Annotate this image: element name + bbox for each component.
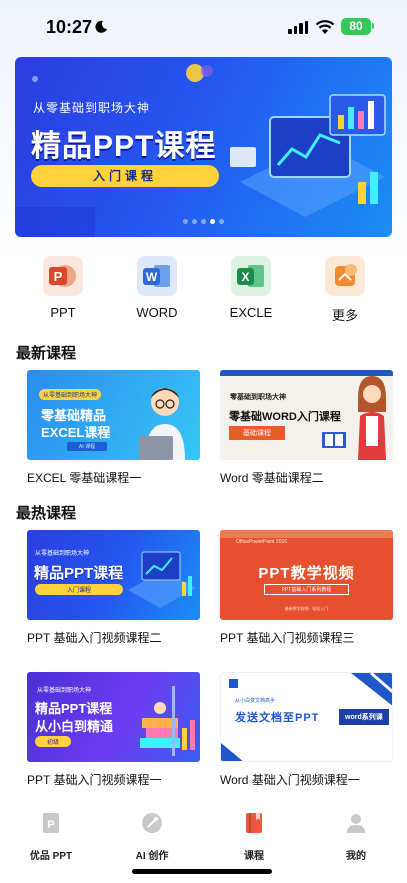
profile-icon — [347, 814, 365, 833]
thumb-text: 发送文档至PPT — [235, 712, 320, 724]
tab-label: 优品 PPT — [29, 851, 73, 862]
thumb-text: PPT教学视频 — [258, 565, 355, 582]
course-caption: PPT 基础入门视频课程一 — [27, 773, 162, 787]
word-icon: W — [137, 256, 177, 296]
category-label: 更多 — [331, 308, 358, 323]
carousel-dot[interactable] — [183, 219, 188, 224]
battery-icon: 80 — [341, 18, 371, 35]
thumb-tag: word系列课 — [339, 709, 389, 725]
category-excel[interactable]: X EXCLE — [211, 256, 291, 320]
category-label: EXCLE — [229, 305, 273, 320]
svg-text:W: W — [146, 270, 158, 284]
carousel-dot[interactable] — [192, 219, 197, 224]
thumb-text: EXCEL课程 — [41, 425, 111, 440]
section-title-latest: 最新课程 — [16, 345, 77, 362]
carousel-dots[interactable] — [183, 219, 224, 224]
course-book-icon — [246, 813, 262, 833]
person-illustration — [139, 388, 185, 460]
ppt-doc-icon: P — [43, 813, 59, 833]
tab-label: AI 创作 — [135, 851, 169, 862]
course-thumbnail: 从零基础到职场大神 精品PPT课程 入门课程 — [27, 530, 200, 620]
banner-title: 精品PPT课程 — [31, 130, 217, 163]
tab-courses[interactable]: 课程 — [214, 812, 294, 862]
status-bar: 10:27 80 — [0, 0, 407, 54]
course-card[interactable]: 从零基础到职场大神 零基础精品 EXCEL课程 AI 课程 EXCEL 零基础课… — [27, 370, 200, 486]
course-thumbnail: 从零基础到职场大神 零基础精品 EXCEL课程 AI 课程 — [27, 370, 200, 460]
more-icon — [325, 256, 365, 296]
home-indicator — [132, 869, 272, 874]
tab-label: 我的 — [346, 851, 366, 862]
course-caption: PPT 基础入门视频课程三 — [220, 631, 355, 645]
ai-create-icon — [142, 813, 162, 833]
excel-icon: X — [231, 256, 271, 296]
ppt-icon: P — [43, 256, 83, 296]
thumb-text: 从小白变文档高手 — [235, 698, 276, 704]
wifi-icon — [315, 20, 335, 34]
moon-icon — [95, 20, 107, 33]
course-card[interactable]: OfficePowerPoint 2016 PPT教学视频 PPT基础入门系列教… — [220, 530, 393, 646]
thumb-text: 从零基础到职场大神 — [37, 688, 92, 694]
book-illustration — [322, 432, 346, 448]
banner-pill: 入门课程 — [31, 165, 219, 187]
promo-banner[interactable]: 从零基础到职场大神 精品PPT课程 入门课程 — [15, 57, 392, 237]
course-thumbnail: 从零基础到职场大神 精品PPT课程 从小白到精通 初级 — [27, 672, 200, 762]
teacher-illustration — [358, 376, 386, 460]
thumb-text: OfficePowerPoint 2016 — [236, 539, 288, 545]
course-thumbnail: 零基础到职场大神 零基础WORD入门课程 基础课程 — [220, 370, 393, 460]
course-caption: PPT 基础入门视频课程二 — [27, 631, 162, 645]
thumb-tag: 初级 — [35, 736, 71, 747]
svg-text:P: P — [54, 269, 63, 284]
course-caption: Word 零基础课程二 — [220, 471, 324, 485]
bookshelf-illustration — [140, 686, 195, 756]
course-caption: EXCEL 零基础课程一 — [27, 471, 142, 485]
battery-level: 80 — [349, 19, 363, 33]
dashboard-illustration — [128, 551, 196, 608]
signal-icon — [288, 21, 308, 34]
banner-subtitle: 从零基础到职场大神 — [33, 101, 151, 115]
course-card[interactable]: 从零基础到职场大神 精品PPT课程 从小白到精通 初级 PPT 基础入门视频课程… — [27, 672, 200, 788]
thumb-tag: 基础课程 — [229, 426, 285, 440]
course-thumbnail: OfficePowerPoint 2016 PPT教学视频 PPT基础入门系列教… — [220, 530, 393, 620]
course-thumbnail: 从小白变文档高手 发送文档至PPT word系列课 — [220, 672, 393, 762]
course-card[interactable]: 从零基础到职场大神 精品PPT课程 入门课程 PPT 基础入门视频课程二 — [27, 530, 200, 646]
thumb-text: 从零基础到职场大神 — [35, 551, 90, 557]
carousel-dot[interactable] — [210, 219, 215, 224]
svg-text:X: X — [241, 270, 249, 284]
thumb-text: 零基础WORD入门课程 — [229, 411, 341, 423]
battery-tip — [372, 23, 374, 29]
thumb-text: 从零基础到职场大神 — [39, 389, 102, 400]
category-ppt[interactable]: P PPT — [23, 256, 103, 320]
category-label: PPT — [50, 305, 76, 320]
thumb-text: 精品PPT课程 — [34, 565, 124, 582]
thumb-tag: 入门课程 — [35, 584, 123, 595]
thumb-text: 精品PPT课程 — [35, 701, 113, 716]
thumb-text: 零基础到职场大神 — [230, 394, 286, 401]
carousel-dot[interactable] — [201, 219, 206, 224]
thumb-tag: PPT基础入门系列教程 — [264, 584, 349, 595]
thumb-text: 从小白到精通 — [35, 719, 114, 734]
course-card[interactable]: 零基础到职场大神 零基础WORD入门课程 基础课程 Word 零基础课程二 — [220, 370, 393, 486]
tab-profile[interactable]: 我的 — [316, 812, 396, 862]
tab-ai-create[interactable]: AI 创作 — [112, 812, 192, 862]
tab-label: 课程 — [244, 851, 264, 862]
tab-home[interactable]: P 优品 PPT — [11, 812, 91, 862]
thumb-text: 最新教学视频 · 轻松入门 — [284, 606, 329, 611]
status-time: 10:27 — [46, 17, 93, 37]
thumb-tag: AI 课程 — [67, 442, 108, 451]
category-row: P PPT W WORD X EXCLE 更多 — [0, 256, 407, 326]
carousel-dot[interactable] — [219, 219, 224, 224]
dashboard-illustration — [230, 94, 386, 217]
course-caption: Word 基础入门视频课程一 — [220, 773, 360, 787]
category-more[interactable]: 更多 — [305, 256, 385, 324]
section-title-hot: 最热课程 — [16, 505, 77, 522]
category-word[interactable]: W WORD — [117, 256, 197, 320]
category-label: WORD — [136, 305, 178, 320]
course-card[interactable]: 从小白变文档高手 发送文档至PPT word系列课 Word 基础入门视频课程一 — [220, 672, 393, 788]
svg-text:P: P — [47, 819, 54, 831]
